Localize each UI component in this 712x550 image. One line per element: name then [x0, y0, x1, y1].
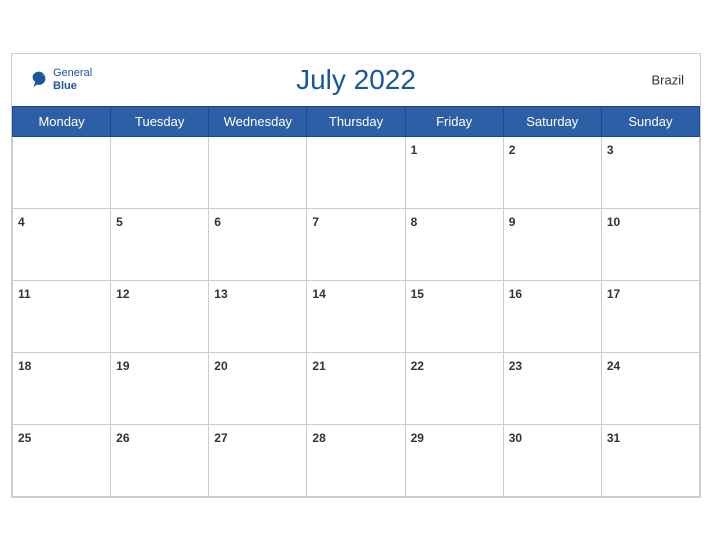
day-cell-5-2: 26: [111, 424, 209, 496]
week-row-3: 11 12 13 14 15 16 17: [13, 280, 700, 352]
day-cell-5-7: 31: [601, 424, 699, 496]
day-number-9: 9: [509, 215, 516, 229]
day-cell-4-7: 24: [601, 352, 699, 424]
day-cell-3-7: 17: [601, 280, 699, 352]
day-cell-1-6: 2: [503, 136, 601, 208]
day-cell-3-5: 15: [405, 280, 503, 352]
calendar-container: General Blue July 2022 Brazil Monday Tue…: [11, 53, 701, 498]
day-number-30: 30: [509, 431, 522, 445]
day-number-23: 23: [509, 359, 522, 373]
calendar-grid: Monday Tuesday Wednesday Thursday Friday…: [12, 106, 700, 497]
week-row-4: 18 19 20 21 22 23 24: [13, 352, 700, 424]
day-cell-4-6: 23: [503, 352, 601, 424]
day-number-26: 26: [116, 431, 129, 445]
day-cell-5-3: 27: [209, 424, 307, 496]
day-number-21: 21: [312, 359, 325, 373]
day-number-22: 22: [411, 359, 424, 373]
day-cell-1-2: [111, 136, 209, 208]
day-cell-2-4: 7: [307, 208, 405, 280]
day-number-25: 25: [18, 431, 31, 445]
day-cell-2-7: 10: [601, 208, 699, 280]
day-cell-1-1: [13, 136, 111, 208]
header-wednesday: Wednesday: [209, 106, 307, 136]
day-number-20: 20: [214, 359, 227, 373]
logo: General Blue: [28, 66, 92, 92]
day-number-18: 18: [18, 359, 31, 373]
logo-bird-icon: [28, 69, 50, 91]
header-saturday: Saturday: [503, 106, 601, 136]
day-number-7: 7: [312, 215, 319, 229]
day-cell-3-2: 12: [111, 280, 209, 352]
header-monday: Monday: [13, 106, 111, 136]
header-thursday: Thursday: [307, 106, 405, 136]
day-number-15: 15: [411, 287, 424, 301]
day-number-29: 29: [411, 431, 424, 445]
day-number-17: 17: [607, 287, 620, 301]
day-number-28: 28: [312, 431, 325, 445]
weekday-header-row: Monday Tuesday Wednesday Thursday Friday…: [13, 106, 700, 136]
day-cell-1-3: [209, 136, 307, 208]
day-number-27: 27: [214, 431, 227, 445]
week-row-1: 1 2 3: [13, 136, 700, 208]
calendar-body: 1234567891011121314151617181920212223242…: [13, 136, 700, 496]
day-cell-5-5: 29: [405, 424, 503, 496]
day-number-10: 10: [607, 215, 620, 229]
day-number-4: 4: [18, 215, 25, 229]
country-label: Brazil: [651, 72, 684, 87]
day-number-31: 31: [607, 431, 620, 445]
header-friday: Friday: [405, 106, 503, 136]
day-cell-4-4: 21: [307, 352, 405, 424]
day-cell-5-6: 30: [503, 424, 601, 496]
day-cell-5-4: 28: [307, 424, 405, 496]
day-cell-4-5: 22: [405, 352, 503, 424]
day-number-2: 2: [509, 143, 516, 157]
day-number-13: 13: [214, 287, 227, 301]
week-row-5: 25 26 27 28 29 30 31: [13, 424, 700, 496]
day-cell-3-3: 13: [209, 280, 307, 352]
day-number-14: 14: [312, 287, 325, 301]
day-cell-4-1: 18: [13, 352, 111, 424]
day-number-8: 8: [411, 215, 418, 229]
day-number-16: 16: [509, 287, 522, 301]
calendar-title: July 2022: [296, 64, 416, 96]
header-sunday: Sunday: [601, 106, 699, 136]
day-cell-1-7: 3: [601, 136, 699, 208]
day-cell-2-1: 4: [13, 208, 111, 280]
day-cell-3-4: 14: [307, 280, 405, 352]
day-cell-4-2: 19: [111, 352, 209, 424]
day-cell-4-3: 20: [209, 352, 307, 424]
day-number-12: 12: [116, 287, 129, 301]
day-number-3: 3: [607, 143, 614, 157]
day-cell-5-1: 25: [13, 424, 111, 496]
day-number-1: 1: [411, 143, 418, 157]
day-number-24: 24: [607, 359, 620, 373]
day-cell-1-5: 1: [405, 136, 503, 208]
day-number-19: 19: [116, 359, 129, 373]
day-number-6: 6: [214, 215, 221, 229]
week-row-2: 4 5 6 7 8 9 10: [13, 208, 700, 280]
day-number-5: 5: [116, 215, 123, 229]
day-cell-2-5: 8: [405, 208, 503, 280]
day-cell-3-1: 11: [13, 280, 111, 352]
calendar-header: General Blue July 2022 Brazil: [12, 54, 700, 106]
day-cell-2-3: 6: [209, 208, 307, 280]
logo-text: General Blue: [53, 66, 92, 92]
day-cell-3-6: 16: [503, 280, 601, 352]
day-cell-2-6: 9: [503, 208, 601, 280]
day-cell-1-4: [307, 136, 405, 208]
day-number-11: 11: [18, 287, 31, 301]
header-tuesday: Tuesday: [111, 106, 209, 136]
day-cell-2-2: 5: [111, 208, 209, 280]
